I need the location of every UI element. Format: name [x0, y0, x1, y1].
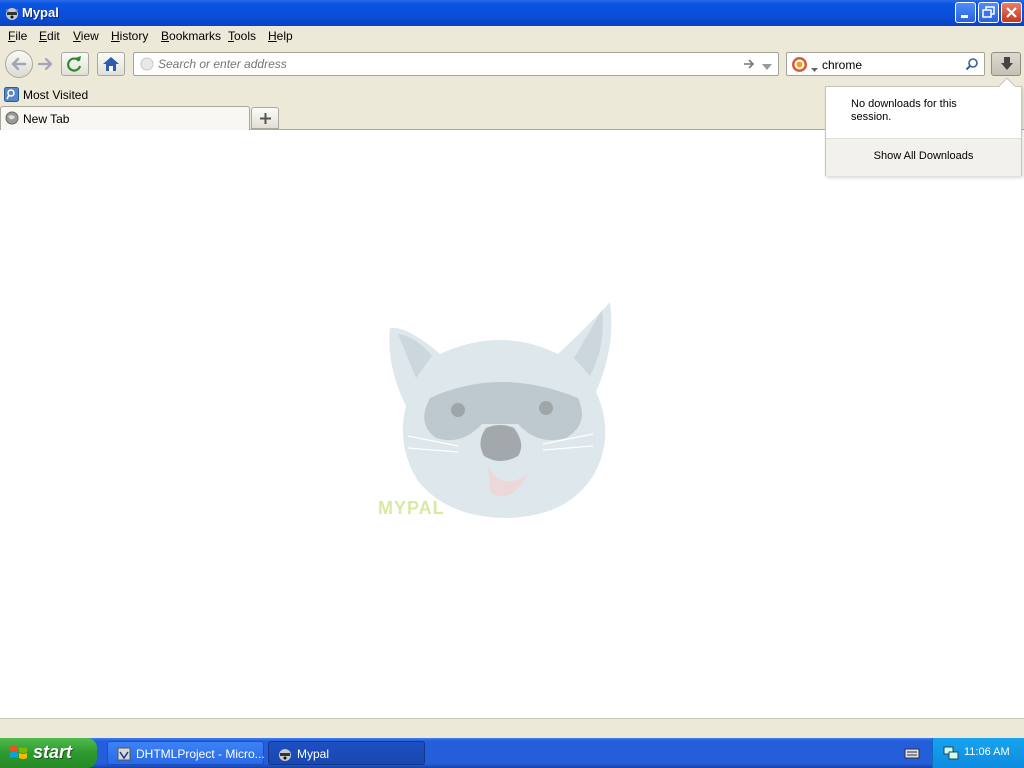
menu-help[interactable]: Help: [268, 29, 293, 43]
vb-project-icon: [116, 746, 132, 765]
engine-dropdown-icon[interactable]: [811, 62, 818, 76]
logo-wordmark: MYPAL: [378, 498, 445, 518]
window-title: Mypal: [22, 5, 59, 20]
plus-icon: [260, 113, 271, 124]
go-arrow-icon[interactable]: [742, 57, 756, 74]
menu-bookmarks[interactable]: Bookmarks: [161, 29, 221, 43]
system-tray: 11:06 AM: [932, 738, 1024, 768]
downloads-empty-message: No downloads for this session.: [851, 98, 957, 123]
home-icon: [103, 57, 119, 71]
reload-icon: [67, 56, 82, 72]
taskbar-item-mypal[interactable]: Mypal: [268, 741, 425, 765]
forward-arrow-icon: [37, 57, 53, 71]
menu-bar: File Edit View History Bookmarks Tools H…: [0, 26, 1024, 46]
start-button[interactable]: start: [0, 738, 97, 768]
search-icon[interactable]: [965, 57, 979, 74]
start-label: start: [33, 742, 73, 762]
page-identity-icon: [140, 57, 154, 74]
close-button[interactable]: [1001, 2, 1022, 23]
reload-button[interactable]: [61, 52, 89, 76]
title-bar[interactable]: Mypal: [0, 0, 1024, 26]
bookmark-most-visited[interactable]: Most Visited: [4, 87, 88, 103]
minimize-button[interactable]: [955, 2, 976, 23]
globe-icon: [5, 111, 19, 128]
clock[interactable]: 11:06 AM: [964, 746, 1010, 758]
mypal-raccoon-icon: [4, 5, 20, 21]
home-button[interactable]: [97, 52, 125, 76]
back-button[interactable]: [5, 50, 33, 78]
restore-button[interactable]: [978, 2, 999, 23]
search-bar[interactable]: [786, 52, 985, 76]
navigation-toolbar: [0, 46, 1024, 84]
taskbar-item-label: DHTMLProject - Micro...: [136, 747, 265, 761]
taskbar-item-label: Mypal: [297, 747, 330, 761]
show-all-downloads-button[interactable]: Show All Downloads: [826, 139, 1021, 176]
downloads-panel: No downloads for this session. Show All …: [825, 77, 1022, 176]
history-dropdown-icon[interactable]: [762, 60, 772, 74]
menu-file[interactable]: File: [8, 29, 27, 43]
keyboard-icon[interactable]: [904, 746, 920, 763]
address-bar[interactable]: [133, 52, 779, 76]
search-engine-icon[interactable]: [791, 56, 808, 76]
taskbar: start DHTMLProject - Micro... Mypal 11:0…: [0, 738, 1024, 768]
bookmark-label: Most Visited: [23, 88, 89, 102]
menu-edit[interactable]: Edit: [39, 29, 60, 43]
downloads-button[interactable]: [991, 52, 1021, 76]
tab-new-tab[interactable]: New Tab: [0, 106, 250, 130]
windows-flag-icon: [10, 746, 27, 759]
menu-history[interactable]: History: [111, 29, 148, 43]
new-tab-button[interactable]: [251, 107, 279, 129]
tab-label: New Tab: [23, 112, 70, 126]
status-bar: [0, 718, 1024, 738]
address-input[interactable]: [158, 56, 728, 72]
search-input[interactable]: [822, 57, 962, 73]
network-icon[interactable]: [943, 745, 959, 764]
back-forward-group: [5, 50, 61, 78]
download-arrow-icon: [1001, 57, 1013, 70]
taskbar-item-dhtmlproject[interactable]: DHTMLProject - Micro...: [107, 741, 265, 765]
menu-tools[interactable]: Tools: [228, 29, 256, 43]
page-content: MYPAL: [0, 130, 1024, 718]
back-arrow-icon: [11, 57, 27, 71]
menu-view[interactable]: View: [73, 29, 99, 43]
mypal-raccoon-icon: [277, 746, 293, 765]
raccoon-logo-icon: [389, 302, 612, 518]
smart-folder-icon: [4, 87, 19, 102]
forward-button[interactable]: [35, 55, 59, 73]
